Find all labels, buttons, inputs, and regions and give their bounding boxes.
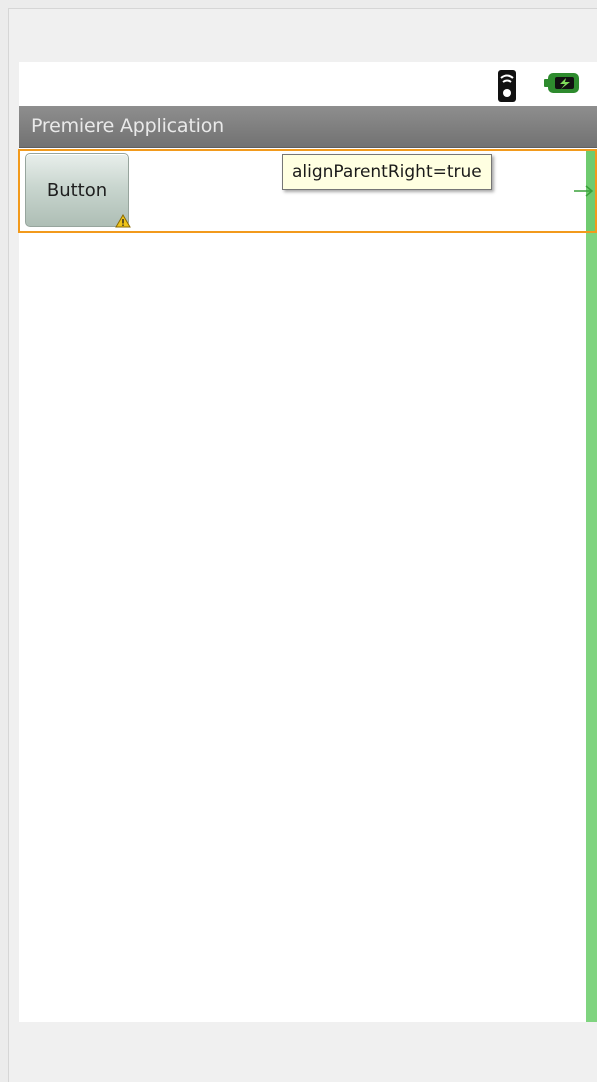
align-parent-right-guide (586, 149, 597, 1022)
relative-layout[interactable]: Button (18, 148, 597, 1022)
layout-button[interactable]: Button (25, 153, 129, 227)
device-screen: Premiere Application Button (18, 62, 597, 1022)
right-anchor-arrow-icon (574, 185, 594, 197)
button-label: Button (46, 179, 108, 201)
wifi-signal-icon (498, 70, 516, 102)
constraint-tooltip: alignParentRight=true (282, 154, 492, 190)
battery-charging-icon (544, 73, 579, 93)
app-title: Premiere Application (31, 115, 224, 137)
action-bar: Premiere Application (19, 106, 597, 148)
tooltip-text: alignParentRight=true (292, 162, 482, 182)
status-bar (19, 62, 597, 106)
warning-icon (115, 214, 131, 228)
